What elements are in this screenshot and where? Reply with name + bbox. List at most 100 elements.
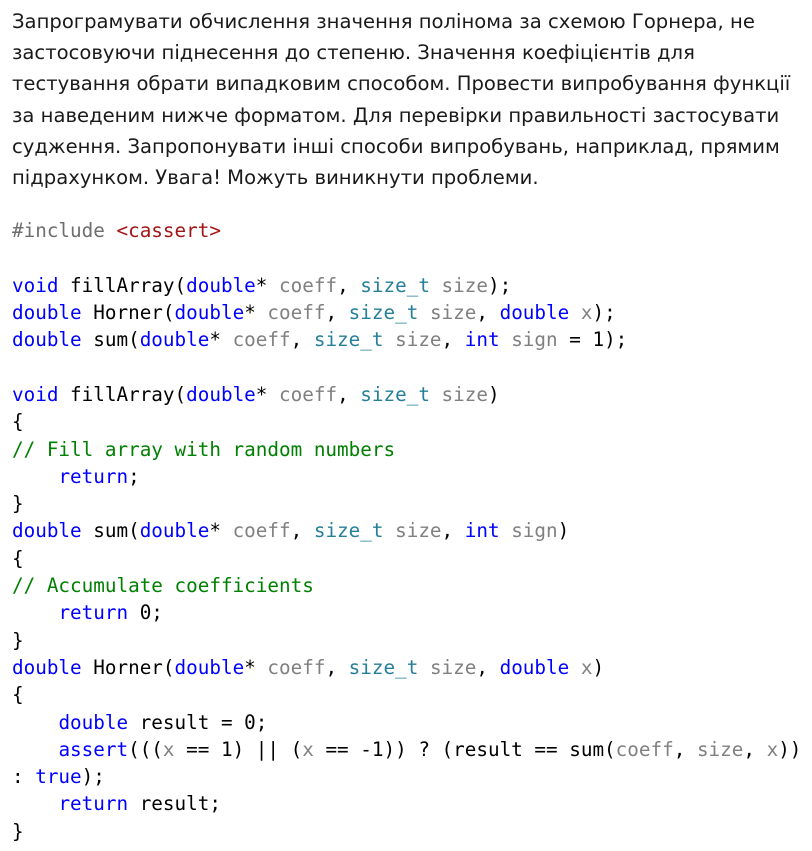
code-token: size	[696, 737, 744, 761]
code-token: x	[580, 655, 593, 679]
code-token: );	[592, 301, 616, 325]
code-token: int	[464, 519, 500, 543]
code-token: size	[395, 328, 442, 352]
code-line: // Accumulate coefficients	[12, 572, 802, 599]
code-token: *	[209, 519, 233, 543]
code-token: ,	[441, 519, 465, 543]
code-token: ,	[673, 737, 697, 761]
code-token: size_t	[313, 328, 384, 352]
code-token: result = 0;	[128, 710, 268, 734]
code-token: double	[58, 710, 129, 734]
code-line: }	[12, 818, 802, 845]
code-token: x	[162, 737, 175, 761]
code-token: }	[12, 819, 24, 843]
code-token: sum(	[81, 519, 140, 543]
code-line: }	[12, 627, 802, 654]
code-token: assert	[58, 737, 129, 761]
code-token: {	[12, 683, 24, 707]
code-token: fillArray(	[58, 383, 187, 406]
code-token: #include	[12, 219, 117, 243]
code-line: {	[12, 681, 802, 708]
code-token: double	[186, 383, 256, 406]
code-token: size_t	[360, 383, 430, 406]
code-line: void fillArray(double* coeff, size_t siz…	[12, 381, 802, 408]
code-token: Horner(	[81, 655, 175, 679]
code-token: coeff	[232, 328, 291, 352]
code-token: *	[244, 655, 268, 679]
code-token: ,	[337, 273, 361, 297]
code-line: #include <cassert>	[12, 217, 802, 244]
code-token: sign	[511, 328, 558, 352]
code-line: }	[12, 490, 802, 517]
code-token: *	[255, 273, 280, 297]
code-token: size_t	[348, 301, 419, 325]
code-token: size	[441, 273, 488, 297]
code-block: #include <cassert> void fillArray(double…	[12, 217, 802, 845]
code-token: size	[395, 519, 442, 543]
code-token: }	[12, 492, 24, 516]
code-token: ,	[325, 301, 349, 325]
code-token: true	[35, 765, 82, 789]
code-token: return	[58, 792, 129, 816]
code-token: );	[81, 765, 105, 789]
document: Запрограмувати обчислення значення полін…	[12, 6, 802, 845]
code-token: result;	[128, 792, 221, 816]
code-token: <cassert>	[116, 219, 221, 243]
code-line: double sum(double* coeff, size_t size, i…	[12, 326, 802, 353]
code-token: double	[139, 519, 210, 543]
code-token: ,	[441, 328, 465, 352]
code-token: double	[499, 655, 570, 679]
code-token: coeff	[232, 519, 291, 543]
code-line: return;	[12, 463, 802, 490]
code-line: double Horner(double* coeff, size_t size…	[12, 299, 802, 326]
code-token: coeff	[279, 273, 338, 297]
code-token: *	[244, 301, 268, 325]
code-token: fillArray(	[58, 273, 187, 297]
code-line: void fillArray(double* coeff, size_t siz…	[12, 272, 802, 299]
code-token: ,	[290, 328, 314, 352]
code-token: {	[12, 410, 24, 434]
code-token: ,	[337, 383, 361, 406]
code-token: double	[12, 655, 82, 679]
code-token: ,	[290, 519, 314, 543]
code-line: {	[12, 545, 802, 572]
code-token: void	[12, 383, 59, 406]
code-token: size_t	[313, 519, 384, 543]
code-token: x	[766, 737, 779, 761]
code-token: ,	[476, 655, 500, 679]
code-token: Horner(	[81, 301, 175, 325]
code-line: return 0;	[12, 599, 802, 626]
code-token: coeff	[615, 737, 674, 761]
code-token: sum(	[81, 328, 140, 352]
code-line: assert(((x == 1) || (x == -1)) ? (result…	[12, 736, 802, 791]
code-token: size_t	[360, 273, 430, 297]
code-token: (((	[128, 737, 163, 761]
code-token: == 1) || (	[174, 737, 303, 761]
code-token: }	[12, 628, 24, 652]
code-token: double	[174, 301, 245, 325]
code-token: ,	[325, 655, 349, 679]
code-token: {	[12, 546, 24, 570]
code-token: *	[209, 328, 233, 352]
code-token: == -1)) ? (result == sum(	[313, 737, 616, 761]
code-token: ,	[476, 301, 500, 325]
code-token: 0;	[128, 601, 163, 625]
code-token: )	[592, 655, 605, 679]
code-token: );	[487, 273, 512, 297]
code-token: = 1);	[557, 328, 628, 352]
code-token: sign	[511, 519, 558, 543]
code-token: int	[464, 328, 500, 352]
